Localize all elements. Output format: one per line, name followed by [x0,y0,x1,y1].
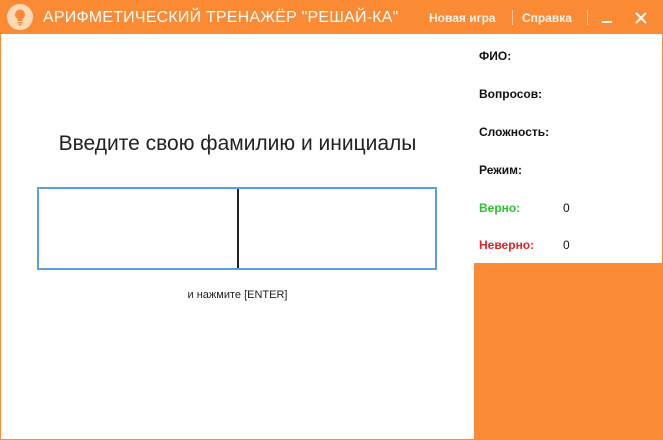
menu-separator [512,10,513,25]
name-input[interactable] [37,187,437,270]
new-game-menu-item[interactable]: Новая игра [429,11,496,25]
fio-label: ФИО: [479,49,512,63]
minimize-icon [602,20,612,23]
correct-count: 0 [563,201,570,215]
info-panel: ФИО: Вопросов: Сложность: Режим: Верно: … [474,34,662,263]
minimize-button[interactable] [593,1,621,34]
wrong-label: Неверно: [479,238,535,252]
close-button[interactable] [627,1,655,34]
text-caret [237,189,239,268]
main-area: Введите свою фамилию и инициалы и нажмит… [1,34,474,439]
title-bar[interactable]: АРИФМЕТИЧЕСКИЙ ТРЕНАЖЁР "РЕШАЙ-КА" Новая… [1,1,662,34]
wrong-count: 0 [563,238,570,252]
enter-hint: и нажмите [ENTER] [187,289,288,301]
close-icon [635,11,647,24]
help-menu-item[interactable]: Справка [522,11,572,25]
mode-label: Режим: [479,163,522,177]
app-window: АРИФМЕТИЧЕСКИЙ ТРЕНАЖЁР "РЕШАЙ-КА" Новая… [0,0,663,440]
side-panel: ФИО: Вопросов: Сложность: Режим: Верно: … [474,34,662,439]
questions-label: Вопросов: [479,87,543,101]
window-title: АРИФМЕТИЧЕСКИЙ ТРЕНАЖЁР "РЕШАЙ-КА" [43,9,399,26]
lightbulb-icon [7,4,33,30]
name-prompt: Введите свою фамилию и инициалы [58,132,417,155]
correct-label: Верно: [479,201,521,215]
difficulty-label: Сложность: [479,125,550,139]
menu-separator [587,10,588,25]
